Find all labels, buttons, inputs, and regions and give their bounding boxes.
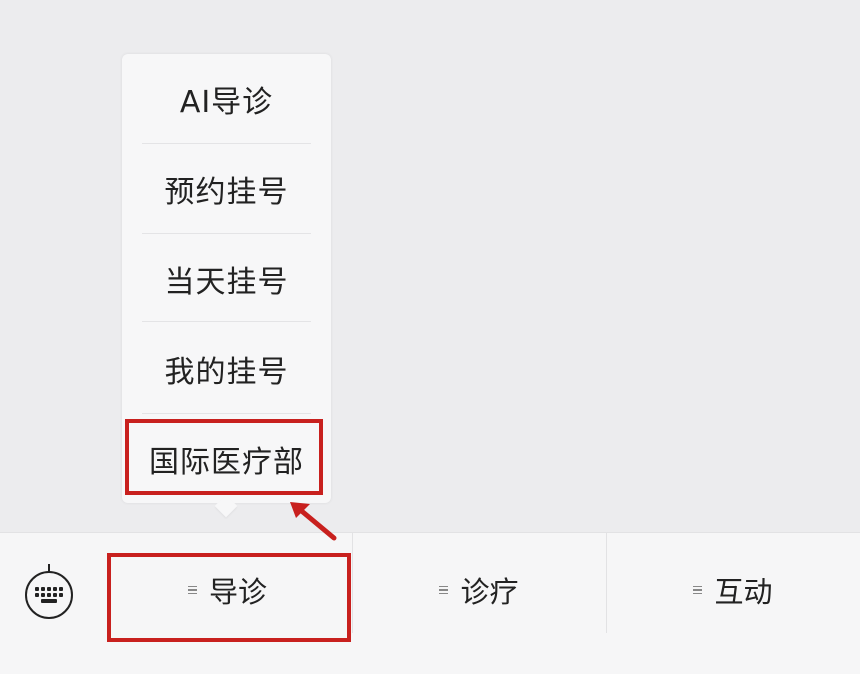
- keyboard-icon[interactable]: [25, 564, 73, 619]
- highlight-international: [125, 419, 323, 495]
- menu-item-same-day[interactable]: 当天挂号: [122, 234, 331, 323]
- menu-divider: [142, 321, 311, 322]
- tab-treatment[interactable]: 诊疗: [352, 555, 606, 625]
- tab-interaction-label: 互动: [714, 575, 773, 609]
- highlight-guide-tab: [107, 553, 351, 642]
- menu-item-ai-guide[interactable]: AI导诊: [122, 54, 331, 143]
- keyboard-keys: [35, 587, 63, 603]
- tab-interaction[interactable]: 互动: [606, 555, 860, 625]
- menu-item-my-registrations[interactable]: 我的挂号: [122, 324, 331, 413]
- menu-lines-icon: [693, 584, 703, 597]
- tab-treatment-label: 诊疗: [460, 575, 519, 609]
- menu-lines-icon: [439, 584, 449, 597]
- menu-item-appointment[interactable]: 预约挂号: [122, 144, 331, 233]
- keyboard-icon-notch: [48, 564, 50, 572]
- chat-screen: AI导诊 预约挂号 当天挂号 我的挂号 国际医疗部 导诊 诊疗 互动: [0, 0, 860, 674]
- annotation-arrow-icon: [290, 502, 337, 541]
